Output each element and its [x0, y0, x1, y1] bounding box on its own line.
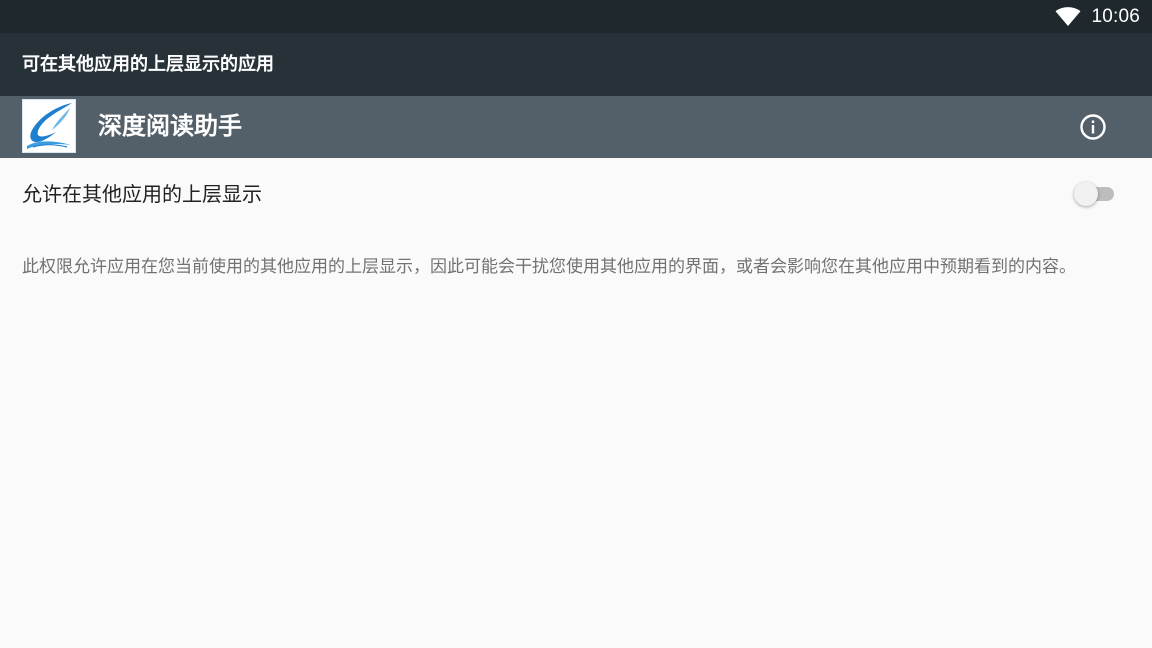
permission-toggle-row[interactable]: 允许在其他应用的上层显示: [0, 158, 1152, 230]
overlay-permission-switch[interactable]: [1074, 180, 1118, 208]
app-header: 深度阅读助手: [0, 96, 1152, 158]
status-clock: 10:06: [1091, 5, 1140, 27]
app-logo-icon: [22, 99, 76, 153]
status-bar: 10:06: [0, 0, 1152, 33]
permission-description: 此权限允许应用在您当前使用的其他应用的上层显示，因此可能会干扰您使用其他应用的界…: [22, 257, 1076, 277]
status-icons: 10:06: [1055, 0, 1140, 33]
info-icon: [1080, 114, 1106, 140]
permission-toggle-label: 允许在其他应用的上层显示: [22, 182, 262, 206]
page-title: 可在其他应用的上层显示的应用: [22, 54, 274, 75]
switch-thumb: [1074, 182, 1098, 206]
app-logo-graphic: [23, 100, 75, 152]
action-bar: 可在其他应用的上层显示的应用: [0, 33, 1152, 96]
app-name: 深度阅读助手: [98, 112, 242, 140]
app-info-button[interactable]: [1070, 104, 1116, 150]
wifi-icon: [1055, 6, 1081, 26]
